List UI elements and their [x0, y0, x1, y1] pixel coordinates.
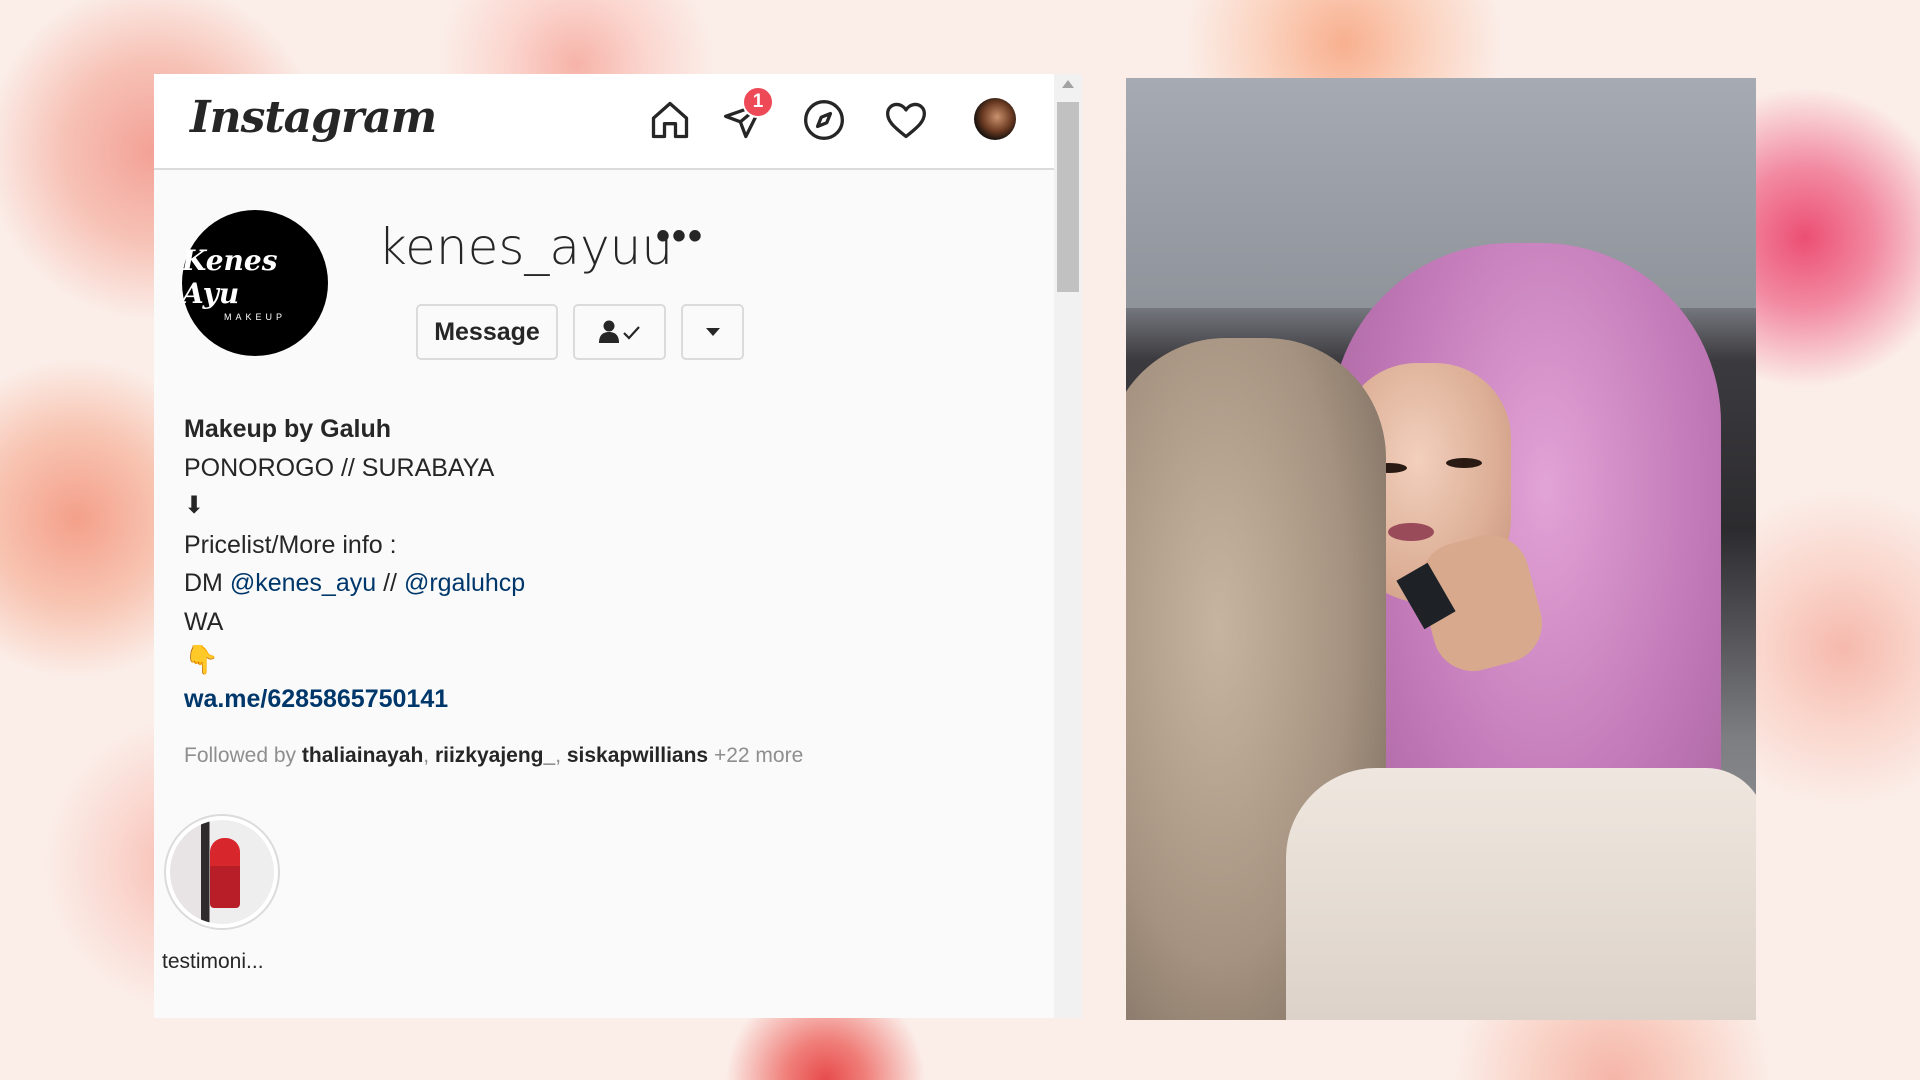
profile-bio: Makeup by Galuh PONOROGO // SURABAYA ⬇ P… — [184, 410, 525, 718]
mention-link[interactable]: @rgaluhcp — [404, 569, 525, 597]
message-button[interactable]: Message — [416, 304, 558, 360]
notification-badge: 1 — [742, 86, 774, 118]
makeup-photo — [1126, 78, 1756, 1020]
scroll-thumb[interactable] — [1057, 102, 1079, 292]
suggested-dropdown-button[interactable] — [681, 304, 744, 360]
follower-name[interactable]: thaliainayah — [302, 744, 423, 767]
top-nav-bar: Instagram 1 — [154, 74, 1054, 170]
follower-name[interactable]: riizkyajeng_ — [435, 744, 555, 767]
direct-message-icon[interactable]: 1 — [720, 86, 774, 144]
person-check-icon — [598, 320, 640, 343]
highlight-label[interactable]: testimoni... — [162, 950, 264, 974]
profile-username: kenes_ayuu — [378, 218, 674, 276]
following-button[interactable] — [573, 304, 666, 360]
bio-dm-prefix: DM — [184, 569, 230, 597]
followed-by-text[interactable]: Followed by thaliainayah, riizkyajeng_, … — [184, 744, 803, 768]
highlight-thumbnail — [170, 820, 274, 924]
story-highlight[interactable] — [164, 814, 280, 930]
followed-by-prefix: Followed by — [184, 744, 302, 767]
home-icon[interactable] — [646, 96, 694, 144]
bio-website-link[interactable]: wa.me/6285865750141 — [184, 680, 525, 719]
bio-pricelist: Pricelist/More info : — [184, 530, 397, 559]
pointing-down-hand-icon: 👇 — [184, 644, 219, 675]
bio-wa: WA — [184, 607, 224, 636]
bio-name: Makeup by Galuh — [184, 415, 391, 443]
follower-separator: , — [423, 744, 435, 767]
down-arrow-icon: ⬇ — [184, 492, 205, 519]
profile-logo-subtext: MAKEUP — [223, 312, 286, 322]
follower-separator: , — [555, 744, 567, 767]
mention-link[interactable]: @kenes_ayu — [230, 569, 376, 597]
bio-location: PONOROGO // SURABAYA — [184, 453, 495, 482]
profile-logo-text: Kenes Ayu — [182, 244, 278, 310]
bio-dm-separator: // — [376, 569, 404, 597]
compass-icon[interactable] — [800, 96, 848, 144]
profile-picture[interactable]: Kenes Ayu MAKEUP — [182, 210, 328, 356]
heart-icon[interactable] — [882, 96, 930, 144]
avatar[interactable] — [974, 98, 1016, 140]
bio-dm-line: DM @kenes_ayu // @rgaluhcp — [184, 564, 525, 603]
instagram-window: Instagram 1 Kenes Ayu MAKEUP kenes_ayuu … — [154, 74, 1082, 1018]
instagram-logo[interactable]: Instagram — [190, 92, 437, 143]
scroll-up-arrow-icon[interactable] — [1062, 80, 1074, 88]
follower-name[interactable]: siskapwillians — [567, 744, 708, 767]
caret-down-icon — [705, 328, 720, 336]
scrollbar[interactable] — [1054, 74, 1082, 1018]
highlight-figure — [210, 838, 240, 908]
followed-by-more[interactable]: +22 more — [708, 744, 803, 767]
more-options-icon[interactable]: ••• — [656, 214, 704, 259]
